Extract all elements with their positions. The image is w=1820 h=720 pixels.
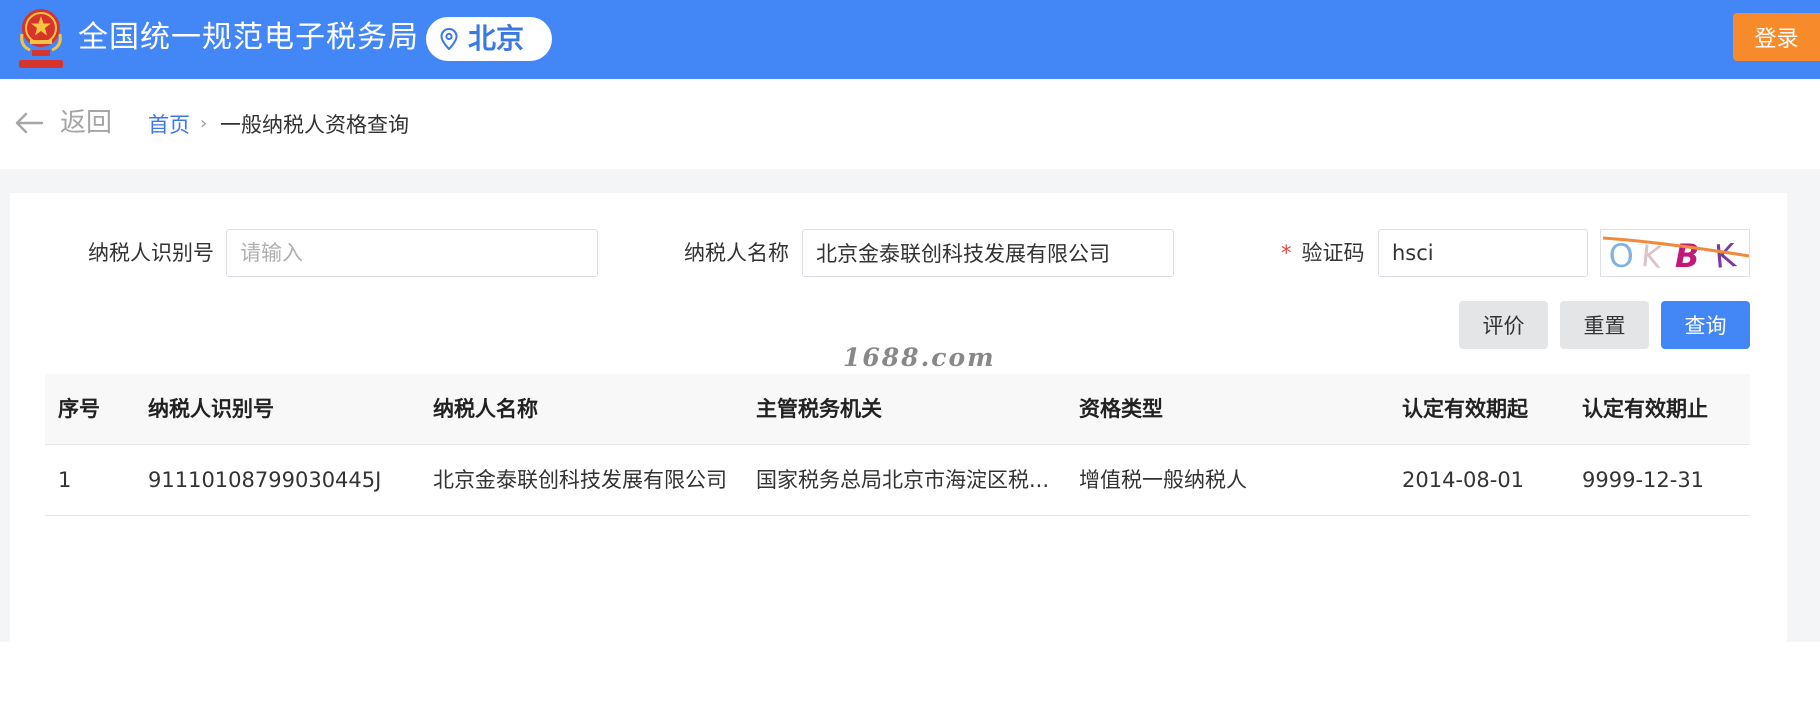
- taxpayer-id-label: 纳税人识别号: [88, 241, 214, 265]
- evaluate-button[interactable]: 评价: [1459, 301, 1548, 349]
- taxpayer-id-input[interactable]: [226, 229, 598, 277]
- back-label: 返回: [60, 108, 113, 138]
- captcha-char-1: O: [1607, 236, 1635, 276]
- captcha-image[interactable]: O K B K: [1600, 229, 1750, 277]
- table-cell-index: 1: [58, 468, 72, 492]
- table-cell-taxpayer-name: 北京金泰联创科技发展有限公司: [433, 468, 727, 492]
- login-button[interactable]: 登录: [1733, 13, 1820, 61]
- taxpayer-name-label: 纳税人名称: [684, 241, 789, 265]
- location-pin-icon: [440, 28, 458, 50]
- site-title: 全国统一规范电子税务局: [78, 20, 419, 55]
- taxpayer-name-input[interactable]: [802, 229, 1174, 277]
- top-header: 全国统一规范电子税务局 北京 登录: [0, 0, 1820, 79]
- table-row[interactable]: 1 91110108799030445J 北京金泰联创科技发展有限公司 国家税务…: [45, 445, 1750, 516]
- column-header: 序号: [58, 397, 100, 421]
- column-header: 资格类型: [1079, 397, 1163, 421]
- column-header: 纳税人名称: [433, 397, 538, 421]
- national-tax-emblem-icon: [16, 4, 66, 70]
- breadcrumb-separator: ›: [200, 113, 208, 134]
- column-header: 纳税人识别号: [148, 397, 274, 421]
- table-cell-tax-authority: 国家税务总局北京市海淀区税...: [756, 468, 1050, 492]
- table-cell-qualification-type: 增值税一般纳税人: [1079, 468, 1247, 492]
- arrow-left-icon: [15, 112, 44, 134]
- table-cell-valid-to: 9999-12-31: [1582, 468, 1705, 492]
- breadcrumb-current: 一般纳税人资格查询: [220, 113, 409, 137]
- captcha-label-wrap: * 验证码: [1281, 239, 1365, 267]
- breadcrumb-bar: 返回 首页 › 一般纳税人资格查询: [0, 79, 1820, 169]
- column-header: 认定有效期止: [1582, 397, 1708, 421]
- table-cell-taxpayer-id: 91110108799030445J: [148, 468, 382, 492]
- captcha-char-4: K: [1713, 236, 1738, 276]
- back-button[interactable]: 返回: [14, 106, 112, 140]
- required-mark: *: [1281, 241, 1292, 265]
- captcha-input[interactable]: [1378, 229, 1588, 277]
- region-selector[interactable]: 北京: [426, 17, 552, 61]
- table-header: 序号 纳税人识别号 纳税人名称 主管税务机关 资格类型 认定有效期起 认定有效期…: [45, 374, 1750, 445]
- breadcrumb-home-link[interactable]: 首页: [148, 111, 190, 139]
- region-label: 北京: [468, 22, 525, 55]
- captcha-char-3: B: [1675, 237, 1699, 275]
- captcha-label: 验证码: [1301, 241, 1365, 265]
- watermark-text: 1688.com: [843, 343, 996, 372]
- column-header: 认定有效期起: [1402, 397, 1528, 421]
- table-cell-valid-from: 2014-08-01: [1402, 468, 1525, 492]
- query-button[interactable]: 查询: [1661, 301, 1750, 349]
- column-header: 主管税务机关: [756, 397, 882, 421]
- reset-button[interactable]: 重置: [1560, 301, 1649, 349]
